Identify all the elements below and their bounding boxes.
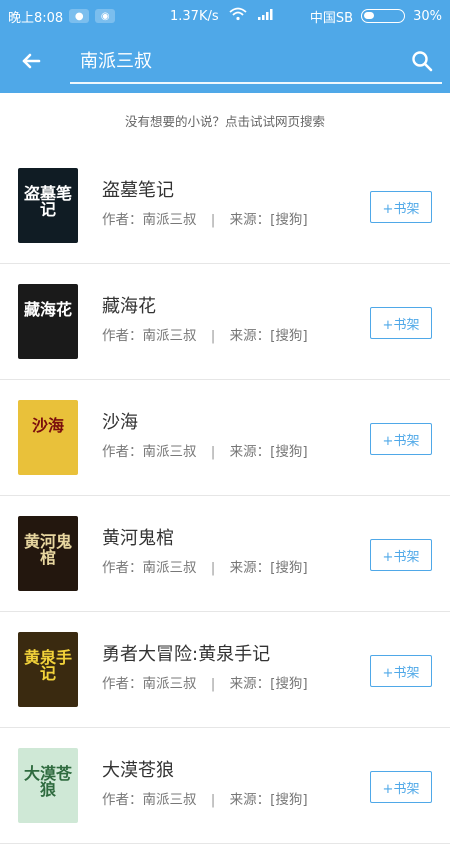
book-row[interactable]: 沙海 沙海 作者：南派三叔 | 来源：[搜狗] +书架 bbox=[0, 380, 450, 496]
search-input[interactable] bbox=[70, 44, 400, 76]
book-cover-text: 藏海花 bbox=[23, 300, 72, 319]
battery-icon bbox=[361, 9, 406, 23]
search-icon[interactable] bbox=[408, 47, 436, 75]
source-label: 来源： bbox=[229, 560, 271, 576]
status-bar: 晚上8:08 ● ◉ 1.37K/s 中国SB 30% bbox=[0, 0, 450, 32]
search-underline bbox=[70, 82, 442, 84]
source-label: 来源： bbox=[229, 792, 271, 808]
book-meta: 作者：南派三叔 | 来源：[搜狗] bbox=[102, 208, 308, 228]
add-to-bookshelf-button[interactable]: +书架 bbox=[370, 191, 432, 223]
book-cover-text: 黄泉手记 bbox=[23, 648, 72, 683]
source-name: [搜狗] bbox=[270, 444, 308, 460]
meta-separator: | bbox=[210, 676, 216, 692]
book-title: 大漠苍狼 bbox=[102, 760, 174, 781]
add-to-bookshelf-button[interactable]: +书架 bbox=[370, 655, 432, 687]
book-cover-text: 大漠苍狼 bbox=[23, 764, 72, 799]
source-label: 来源： bbox=[229, 212, 271, 228]
author-name: 南派三叔 bbox=[142, 560, 197, 576]
add-to-bookshelf-button[interactable]: +书架 bbox=[370, 307, 432, 339]
book-meta: 作者：南派三叔 | 来源：[搜狗] bbox=[102, 788, 308, 808]
source-name: [搜狗] bbox=[270, 560, 308, 576]
source-label: 来源： bbox=[229, 328, 271, 344]
book-cover: 黄河鬼棺 bbox=[18, 516, 78, 591]
search-field bbox=[70, 44, 442, 84]
network-speed: 1.37K/s bbox=[170, 8, 219, 24]
author-label: 作者： bbox=[102, 212, 143, 228]
book-row[interactable]: 黄泉手记 勇者大冒险:黄泉手记 作者：南派三叔 | 来源：[搜狗] +书架 bbox=[0, 612, 450, 728]
book-title: 勇者大冒险:黄泉手记 bbox=[102, 644, 271, 665]
book-title: 沙海 bbox=[102, 412, 138, 433]
meta-separator: | bbox=[210, 560, 216, 576]
book-meta: 作者：南派三叔 | 来源：[搜狗] bbox=[102, 324, 308, 344]
source-name: [搜狗] bbox=[270, 328, 308, 344]
source-label: 来源： bbox=[229, 676, 271, 692]
wifi-icon bbox=[229, 7, 247, 25]
book-title: 藏海花 bbox=[102, 296, 156, 317]
author-label: 作者： bbox=[102, 560, 143, 576]
source-name: [搜狗] bbox=[270, 212, 308, 228]
book-cover-text: 黄河鬼棺 bbox=[23, 532, 72, 567]
source-name: [搜狗] bbox=[270, 792, 308, 808]
add-to-bookshelf-button[interactable]: +书架 bbox=[370, 771, 432, 803]
book-meta: 作者：南派三叔 | 来源：[搜狗] bbox=[102, 440, 308, 460]
web-search-hint-text: 没有想要的小说？点击试试网页搜索 bbox=[124, 114, 325, 129]
web-search-hint[interactable]: 没有想要的小说？点击试试网页搜索 bbox=[0, 93, 450, 149]
signal-icon bbox=[257, 7, 275, 25]
book-row[interactable]: 大漠苍狼 大漠苍狼 作者：南派三叔 | 来源：[搜狗] +书架 bbox=[0, 728, 450, 844]
book-meta: 作者：南派三叔 | 来源：[搜狗] bbox=[102, 672, 308, 692]
author-label: 作者： bbox=[102, 328, 143, 344]
author-label: 作者： bbox=[102, 792, 143, 808]
status-center: 1.37K/s bbox=[170, 7, 275, 25]
meta-separator: | bbox=[210, 212, 216, 228]
status-left: 晚上8:08 ● ◉ bbox=[8, 7, 116, 26]
book-cover: 沙海 bbox=[18, 400, 78, 475]
app-icon: ◉ bbox=[95, 9, 116, 23]
status-time: 晚上8:08 bbox=[8, 10, 64, 26]
battery-percent: 30% bbox=[413, 8, 442, 24]
book-meta: 作者：南派三叔 | 来源：[搜狗] bbox=[102, 556, 308, 576]
author-name: 南派三叔 bbox=[142, 444, 197, 460]
book-cover: 藏海花 bbox=[18, 284, 78, 359]
carrier-label: 中国SB bbox=[309, 10, 354, 26]
book-cover: 盗墓笔记 bbox=[18, 168, 78, 243]
book-cover: 大漠苍狼 bbox=[18, 748, 78, 823]
author-name: 南派三叔 bbox=[142, 792, 197, 808]
author-name: 南派三叔 bbox=[142, 676, 197, 692]
add-to-bookshelf-button[interactable]: +书架 bbox=[370, 423, 432, 455]
meta-separator: | bbox=[210, 328, 216, 344]
book-cover: 黄泉手记 bbox=[18, 632, 78, 707]
status-right: 中国SB 30% bbox=[310, 7, 442, 26]
author-name: 南派三叔 bbox=[142, 212, 197, 228]
search-toolbar bbox=[0, 32, 450, 93]
meta-separator: | bbox=[210, 444, 216, 460]
notification-icon: ● bbox=[69, 9, 90, 23]
source-name: [搜狗] bbox=[270, 676, 308, 692]
top-bar: 晚上8:08 ● ◉ 1.37K/s 中国SB 30% bbox=[0, 0, 450, 93]
meta-separator: | bbox=[210, 792, 216, 808]
book-row[interactable]: 盗墓笔记 盗墓笔记 作者：南派三叔 | 来源：[搜狗] +书架 bbox=[0, 148, 450, 264]
arrow-left-icon bbox=[19, 49, 43, 77]
book-row[interactable]: 藏海花 藏海花 作者：南派三叔 | 来源：[搜狗] +书架 bbox=[0, 264, 450, 380]
author-name: 南派三叔 bbox=[142, 328, 197, 344]
book-title: 盗墓笔记 bbox=[102, 180, 174, 201]
author-label: 作者： bbox=[102, 676, 143, 692]
search-results-list: 盗墓笔记 盗墓笔记 作者：南派三叔 | 来源：[搜狗] +书架 藏海花 藏海花 … bbox=[0, 148, 450, 844]
book-title: 黄河鬼棺 bbox=[102, 528, 174, 549]
book-row[interactable]: 黄河鬼棺 黄河鬼棺 作者：南派三叔 | 来源：[搜狗] +书架 bbox=[0, 496, 450, 612]
book-cover-text: 沙海 bbox=[31, 416, 64, 435]
back-button[interactable] bbox=[16, 48, 46, 78]
source-label: 来源： bbox=[229, 444, 271, 460]
book-cover-text: 盗墓笔记 bbox=[23, 184, 72, 219]
author-label: 作者： bbox=[102, 444, 143, 460]
add-to-bookshelf-button[interactable]: +书架 bbox=[370, 539, 432, 571]
